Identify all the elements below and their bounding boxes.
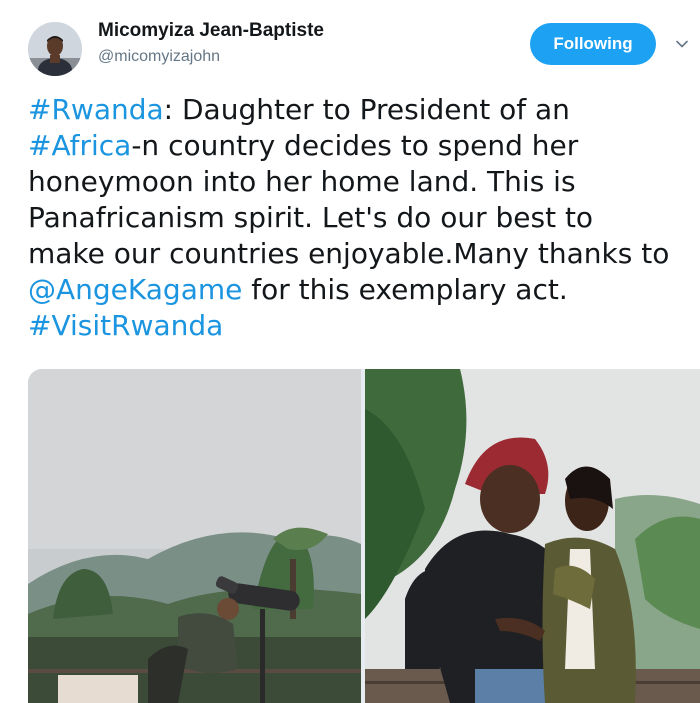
tweet-text-line: make our countries enjoyable.Many thanks… <box>28 236 700 272</box>
tweet-text-line: #VisitRwanda <box>28 308 700 344</box>
hashtag-link[interactable]: #Rwanda <box>28 93 164 126</box>
tweet-card: Micomyiza Jean-Baptiste @micomyizajohn F… <box>0 0 700 703</box>
hashtag-link[interactable]: #VisitRwanda <box>28 309 223 342</box>
tweet-text-segment: Panafricanism spirit. Let's do our best … <box>28 201 594 234</box>
tweet-text-line: #Africa-n country decides to spend her <box>28 128 700 164</box>
media-grid <box>28 369 700 703</box>
author-handle[interactable]: @micomyizajohn <box>98 48 220 66</box>
spotting-scope-garden-photo[interactable] <box>28 369 361 703</box>
tweet-text-segment: for this exemplary act. <box>242 273 568 306</box>
tweet-text-line: honeymoon into her home land. This is <box>28 164 700 200</box>
tweet-text-line: @AngeKagame for this exemplary act. <box>28 272 700 308</box>
tweet-text-segment: -n country decides to spend her <box>131 129 579 162</box>
tweet-text-segment: make our countries enjoyable.Many thanks… <box>28 237 670 270</box>
tweet-text-segment: : Daughter to President of an <box>163 93 570 126</box>
chevron-down-icon[interactable] <box>676 38 688 50</box>
profile-photo <box>28 22 82 76</box>
couple-outdoor-photo[interactable] <box>365 369 700 703</box>
tweet-text: #Rwanda: Daughter to President of an #Afr… <box>28 92 700 344</box>
tweet-text-segment: honeymoon into her home land. This is <box>28 165 576 198</box>
avatar[interactable] <box>28 22 82 76</box>
mention-link[interactable]: @AngeKagame <box>28 273 242 306</box>
hashtag-link[interactable]: #Africa <box>28 129 131 162</box>
following-button[interactable]: Following <box>530 23 656 65</box>
tweet-text-line: Panafricanism spirit. Let's do our best … <box>28 200 700 236</box>
tweet-text-line: #Rwanda: Daughter to President of an <box>28 92 700 128</box>
author-name[interactable]: Micomyiza Jean-Baptiste <box>98 20 324 42</box>
